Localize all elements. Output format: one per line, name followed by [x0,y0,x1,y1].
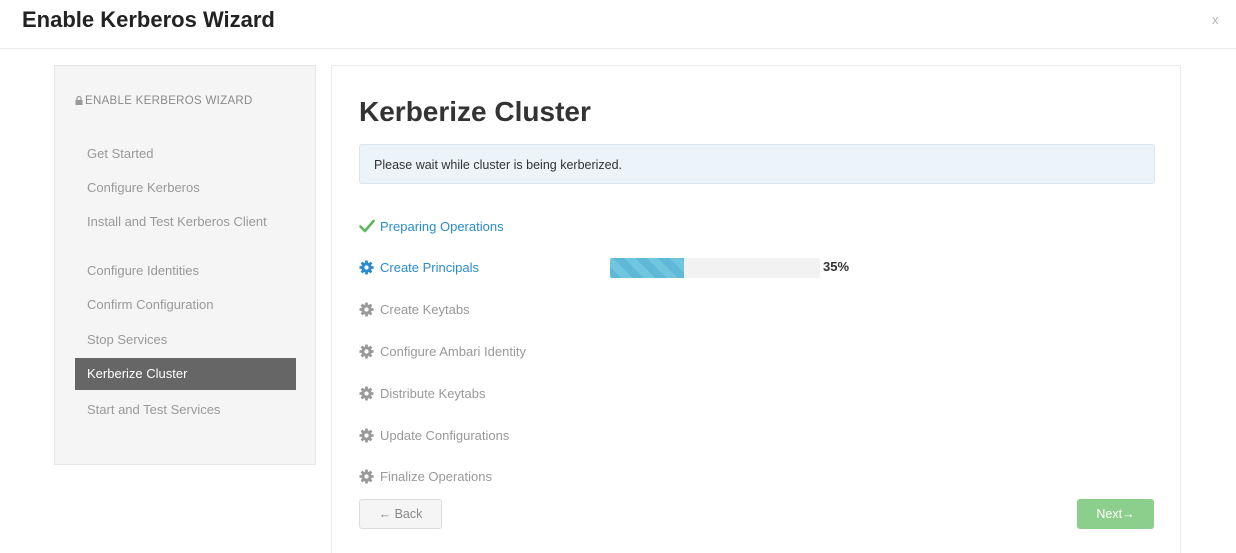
close-button[interactable]: x [1212,12,1219,27]
wizard-main-panel: Kerberize Cluster Please wait while clus… [331,65,1181,553]
step-label: Update Configurations [380,428,510,443]
sidebar-item-get-started[interactable]: Get Started [75,146,296,161]
gear-icon [359,302,374,317]
modal-header: Enable Kerberos Wizard x [0,0,1236,49]
step-label: Create Principals [380,260,479,275]
step-label: Preparing Operations [380,219,504,234]
modal-title: Enable Kerberos Wizard [22,7,275,32]
gear-icon [359,260,374,275]
lock-icon [75,96,83,105]
step-label: Create Keytabs [380,302,470,317]
check-icon [359,219,375,233]
progress-percent: 35% [823,259,850,274]
back-button[interactable]: ← Back [359,499,442,529]
page-title: Kerberize Cluster [359,96,591,127]
sidebar-item-kerberize-cluster[interactable]: Kerberize Cluster [75,358,296,390]
gear-icon [359,386,374,401]
step-label: Finalize Operations [380,469,492,484]
sidebar-item-configure-kerberos[interactable]: Configure Kerberos [75,180,296,195]
gear-icon [359,469,374,484]
sidebar-item-configure-identities[interactable]: Configure Identities [75,263,296,278]
step-label: Configure Ambari Identity [380,344,526,359]
next-button[interactable]: Next→ [1077,499,1154,529]
progress-bar [610,258,820,278]
gear-icon [359,344,374,359]
sidebar-item-stop-services[interactable]: Stop Services [75,332,296,347]
step-label: Distribute Keytabs [380,386,486,401]
sidebar-item-confirm-configuration[interactable]: Confirm Configuration [75,297,296,312]
gear-icon [359,428,374,443]
sidebar-header: ENABLE KERBEROS WIZARD [75,92,275,111]
info-alert: Please wait while cluster is being kerbe… [359,144,1155,184]
sidebar-item-start-test-services[interactable]: Start and Test Services [75,402,296,417]
progress-fill [610,258,684,278]
wizard-sidebar: ENABLE KERBEROS WIZARD Get Started Confi… [54,65,316,465]
sidebar-header-label: ENABLE KERBEROS WIZARD [85,95,253,107]
sidebar-item-install-test-client[interactable]: Install and Test Kerberos Client [75,214,296,229]
